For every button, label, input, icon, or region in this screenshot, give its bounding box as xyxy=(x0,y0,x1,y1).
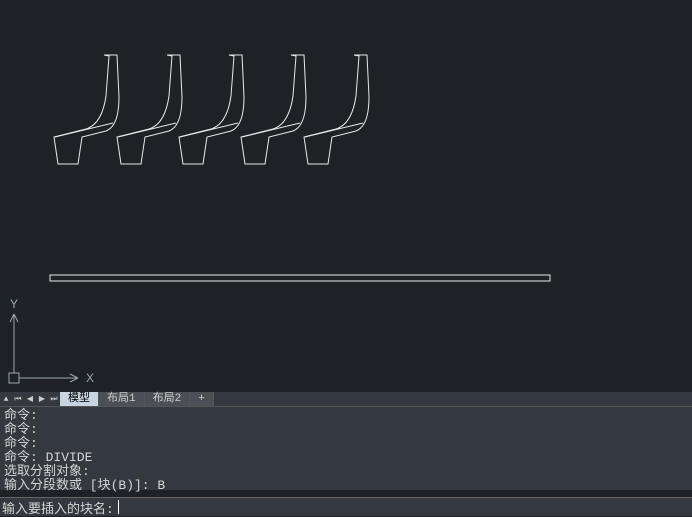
tab-scroll-up-icon[interactable]: ▲ xyxy=(0,393,12,405)
tab-scroll-next-icon[interactable]: ▶ xyxy=(36,393,48,405)
command-history: 命令: 命令: 命令: 命令: DIVIDE 选取分割对象: 输入分段数或 [块… xyxy=(0,406,692,490)
tab-scroll-prev-icon[interactable]: ◀ xyxy=(24,393,36,405)
tab-model[interactable]: 模型 xyxy=(60,392,99,406)
cmd-line: 命令: xyxy=(4,408,38,423)
cmd-line: 输入分段数或 [块(B)]: B xyxy=(4,478,165,493)
text-cursor-icon xyxy=(118,500,119,514)
cmd-line: 选取分割对象: xyxy=(4,464,90,479)
object-bar xyxy=(50,275,550,281)
cmd-line: 命令: xyxy=(4,422,38,437)
layout-tabbar: ▲ ⏮ ◀ ▶ ⏭ 模型 布局1 布局2 + xyxy=(0,392,692,406)
block-chair xyxy=(241,55,306,164)
block-chair xyxy=(179,55,244,164)
tab-add[interactable]: + xyxy=(190,392,214,406)
drawing-viewport[interactable]: X Y xyxy=(0,0,692,392)
command-prompt: 输入要插入的块名: xyxy=(2,498,114,517)
cmd-line: 命令: xyxy=(4,436,38,451)
command-line[interactable]: 输入要插入的块名: xyxy=(0,497,692,516)
tab-layout2[interactable]: 布局2 xyxy=(145,392,191,406)
block-chair xyxy=(54,55,119,164)
block-chair xyxy=(117,55,182,164)
tab-layout1[interactable]: 布局1 xyxy=(99,392,145,406)
cmd-line: 命令: DIVIDE xyxy=(4,450,92,465)
cad-drawing xyxy=(0,0,692,392)
tab-scroll-first-icon[interactable]: ⏮ xyxy=(12,393,24,405)
block-chair xyxy=(304,55,369,164)
tab-scroll-last-icon[interactable]: ⏭ xyxy=(48,393,60,405)
